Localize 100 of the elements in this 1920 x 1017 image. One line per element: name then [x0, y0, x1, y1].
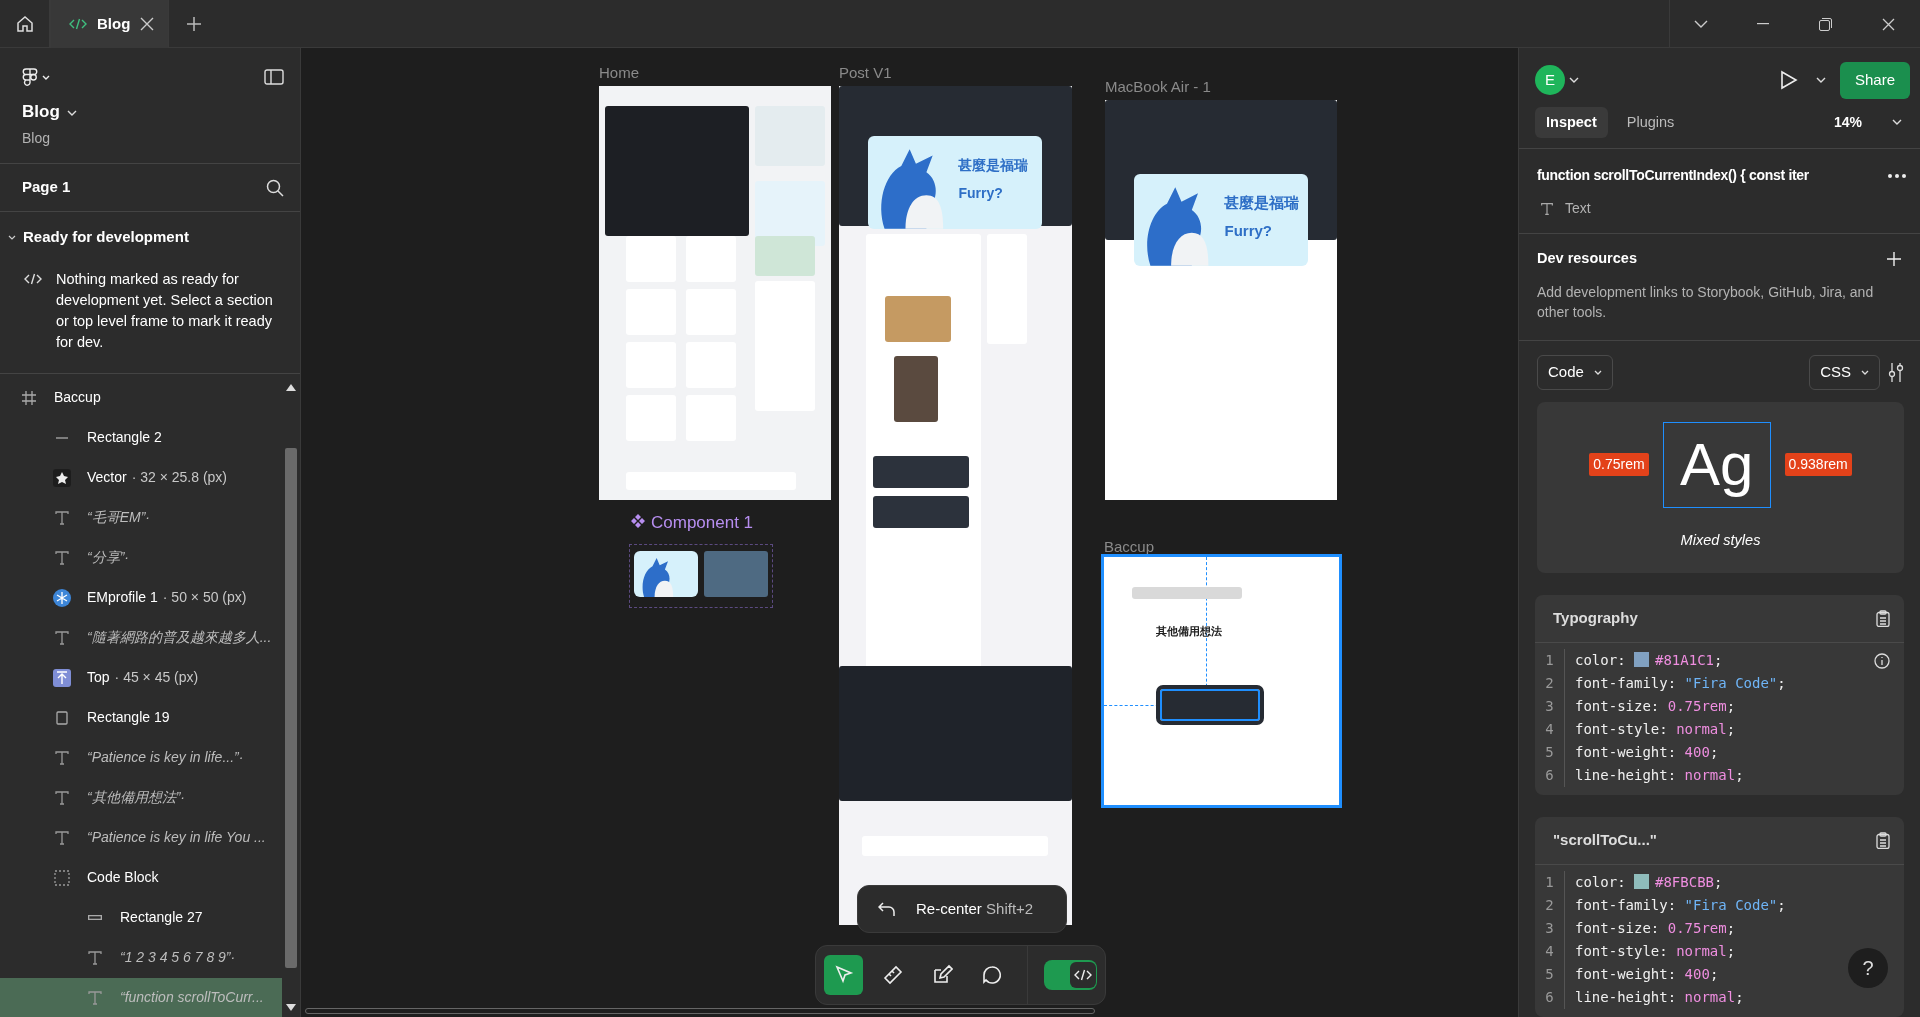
more-icon[interactable] [1888, 173, 1906, 178]
frame-label[interactable]: MacBook Air - 1 [1105, 76, 1211, 99]
zoom-level[interactable]: 14% [1833, 111, 1862, 133]
measurement-label: 0.938rem [1784, 453, 1852, 476]
add-icon[interactable] [1886, 251, 1902, 268]
text-icon [1539, 200, 1555, 217]
layer-item[interactable]: Vector · 32 × 25.8 (px) [0, 457, 282, 498]
code-line: color: #81A1C1; [1575, 651, 1723, 670]
banner-subtitle: Furry? [958, 183, 1003, 203]
frame-label[interactable]: Baccup [1104, 536, 1155, 559]
chevron-down-icon [1593, 369, 1602, 375]
sidebar-toggle-icon[interactable] [264, 66, 284, 87]
photo-placeholder [885, 296, 951, 342]
scroll-up-icon[interactable] [286, 383, 296, 391]
layer-item[interactable]: Code Block [0, 857, 282, 898]
section-header[interactable]: Ready for development [8, 226, 284, 249]
dashed-square-icon [53, 868, 71, 887]
code-icon [24, 271, 42, 286]
code-line: font-weight: 400; [1575, 743, 1719, 762]
vector-thumbnail-icon [53, 468, 71, 487]
layer-item[interactable]: “毛哥EM”· [0, 497, 282, 538]
component-label[interactable]: Component 1 [631, 510, 754, 536]
layer-item[interactable]: Top · 45 × 45 (px) [0, 657, 282, 698]
layer-item[interactable]: “1 2 3 4 5 6 7 8 9”· [0, 937, 282, 978]
code-line: font-family: "Fira Code"; [1575, 896, 1786, 915]
horizontal-scrollbar[interactable] [305, 1008, 1095, 1014]
layer-item[interactable]: “其他備用想法”· [0, 777, 282, 818]
code-line: font-family: "Fira Code"; [1575, 674, 1786, 693]
layer-item[interactable]: “分享”· [0, 537, 282, 578]
code-line: font-size: 0.75rem; [1575, 919, 1736, 938]
line-number: 6 [1535, 986, 1565, 1009]
code-line: font-size: 0.75rem; [1575, 697, 1736, 716]
text-icon [53, 788, 71, 807]
chevron-down-icon[interactable] [1892, 119, 1902, 126]
layer-item[interactable]: “Patience is key in life You ... [0, 817, 282, 858]
layer-item[interactable]: EMprofile 1 · 50 × 50 (px) [0, 577, 282, 618]
photo-placeholder [894, 356, 938, 422]
design-frame[interactable] [629, 544, 773, 608]
code-line: font-style: normal; [1575, 942, 1736, 961]
empty-message: Nothing marked as ready for development yet. Select a section or top level frame to mark it ready for dev. [56, 269, 274, 352]
dev-mode-toggle[interactable] [1044, 960, 1097, 990]
copy-icon[interactable] [1876, 832, 1890, 849]
file-title[interactable]: Blog [22, 99, 60, 125]
arrow-up-thumbnail-icon [53, 668, 71, 687]
scroll-down-icon[interactable] [286, 1004, 296, 1011]
code-line: line-height: normal; [1575, 766, 1744, 785]
file-tab[interactable]: Blog [50, 0, 170, 48]
code-icon [69, 17, 87, 31]
card-thumbnail [704, 551, 768, 597]
settings-sliders-icon[interactable] [1888, 362, 1904, 383]
component-icon [631, 514, 645, 528]
line-number: 3 [1535, 695, 1565, 718]
code-line: line-height: normal; [1575, 988, 1744, 1007]
copy-icon[interactable] [1876, 610, 1890, 627]
layer-item[interactable]: “Patience is key in life...”· [0, 737, 282, 778]
layer-item[interactable]: Rectangle 27 [0, 897, 282, 938]
recenter-button[interactable]: Re-center Shift+2 [857, 885, 1067, 933]
text-icon [53, 748, 71, 767]
layer-type: Text [1565, 199, 1591, 219]
line-number: 3 [1535, 917, 1565, 940]
layer-item[interactable]: Baccup [0, 377, 282, 418]
share-button[interactable]: Share [1839, 62, 1910, 99]
layer-item[interactable]: Rectangle 19 [0, 697, 282, 738]
close-icon[interactable] [140, 17, 155, 31]
line-number: 4 [1535, 940, 1565, 963]
panel-tab[interactable]: Plugins [1615, 106, 1686, 139]
text-icon [86, 988, 104, 1007]
card-background [755, 236, 815, 276]
chevron-down-icon[interactable] [1569, 77, 1579, 84]
code-line: font-weight: 400; [1575, 965, 1719, 984]
frame-icon [20, 388, 38, 407]
play-icon[interactable] [1779, 70, 1798, 91]
preview-caption: Mixed styles [1680, 530, 1761, 550]
frame-label[interactable]: Post V1 [839, 62, 892, 85]
line-number: 4 [1535, 718, 1565, 741]
rectangle-icon [88, 915, 102, 921]
layer-item[interactable]: “隨著網路的普及越來越多人... [0, 617, 282, 658]
frame-heading: 其他備用想法 [1156, 624, 1222, 639]
pointer-icon[interactable] [824, 955, 864, 995]
text-icon [53, 828, 71, 847]
layer-name: function scrollToCurrentIndex() { const iter [1537, 166, 1810, 186]
banner-subtitle: Furry? [1224, 221, 1272, 241]
file-subtitle: Blog [22, 128, 52, 148]
banner-title: 甚麼是福瑞 [958, 155, 1029, 175]
frame-label[interactable]: Home [599, 62, 639, 85]
page-name[interactable]: Page 1 [22, 176, 71, 199]
language-dropdown[interactable]: CSS [1809, 355, 1880, 390]
layer-item[interactable]: Rectangle 2 [0, 417, 282, 458]
design-frame[interactable] [599, 86, 831, 500]
panel-tab[interactable]: Inspect [1535, 106, 1608, 139]
design-frame[interactable]: 甚麼是福瑞 Furry? [1105, 100, 1337, 500]
line-number: 2 [1535, 894, 1565, 917]
code-line: color: #8FBCBB; [1575, 873, 1723, 892]
caret-icon[interactable] [8, 234, 16, 241]
line-number: 6 [1535, 764, 1565, 787]
chevron-down-icon[interactable] [1815, 77, 1826, 84]
code-dropdown[interactable]: Code [1537, 355, 1613, 390]
info-icon[interactable] [1874, 653, 1890, 669]
design-frame[interactable]: 其他備用想法 [1104, 557, 1339, 805]
code-panel-title: Typography [1553, 608, 1638, 629]
